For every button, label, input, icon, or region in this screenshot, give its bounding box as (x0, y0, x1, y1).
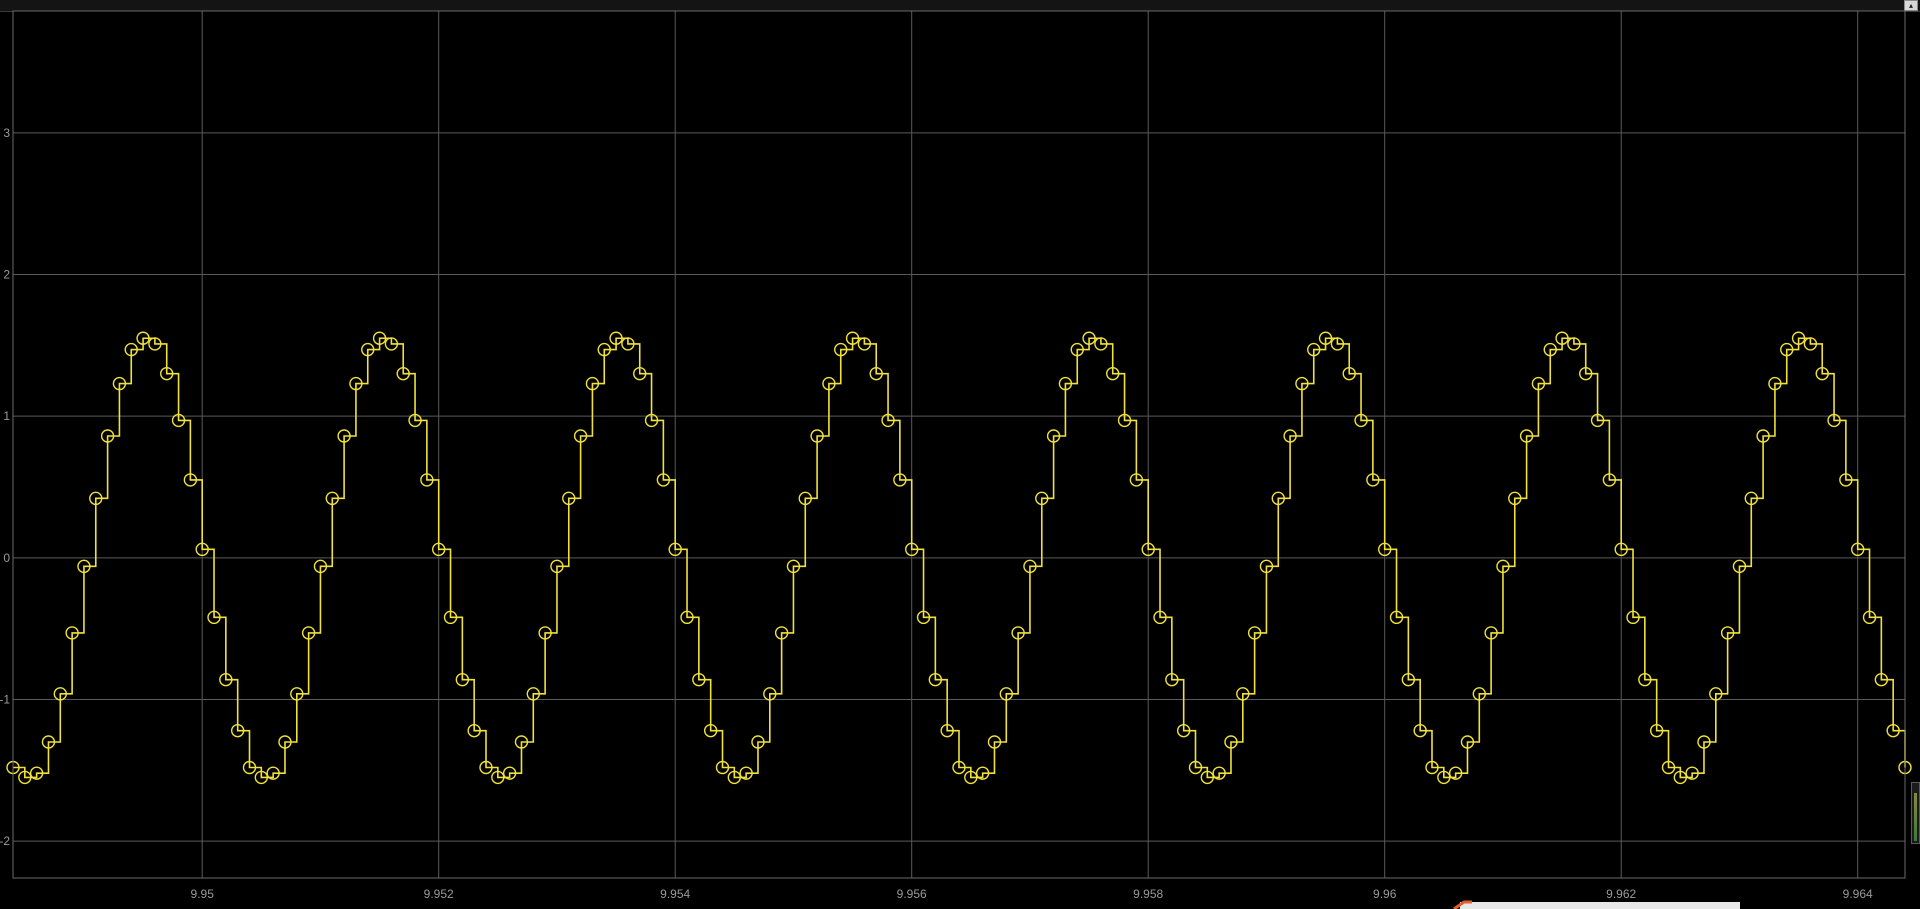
y-tick-label: 2 (3, 268, 10, 282)
y-tick-label: -1 (0, 693, 10, 707)
y-tick-labels: -2 -1 0 1 2 3 (0, 126, 10, 848)
x-tick-label: 9.954 (660, 887, 690, 901)
x-tick-label: 9.96 (1373, 887, 1397, 901)
level-meter-fill (1914, 793, 1917, 841)
x-tick-label: 9.952 (424, 887, 454, 901)
x-tick-label: 9.962 (1606, 887, 1636, 901)
x-tick-label: 9.958 (1133, 887, 1163, 901)
y-tick-label: 0 (3, 551, 10, 565)
scope-window: ▴ 9.95 9.952 9.954 9.956 9.958 9.96 9.962 9.964… (0, 0, 1920, 909)
x-tick-label: 9.956 (897, 887, 927, 901)
y-tick-label: 3 (3, 126, 10, 140)
y-tick-label: -2 (0, 834, 10, 848)
resize-handle-icon[interactable] (1452, 900, 1492, 909)
plot-area[interactable]: 9.95 9.952 9.954 9.956 9.958 9.96 9.962 9.964 -… (0, 0, 1920, 909)
y-tick-label: 1 (3, 409, 10, 423)
level-meter (1911, 782, 1920, 844)
x-tick-labels: 9.95 9.952 9.954 9.956 9.958 9.96 9.962 9.964 (191, 887, 1874, 901)
status-strip (1460, 902, 1740, 909)
x-tick-label: 9.964 (1843, 887, 1873, 901)
x-tick-label: 9.95 (191, 887, 215, 901)
